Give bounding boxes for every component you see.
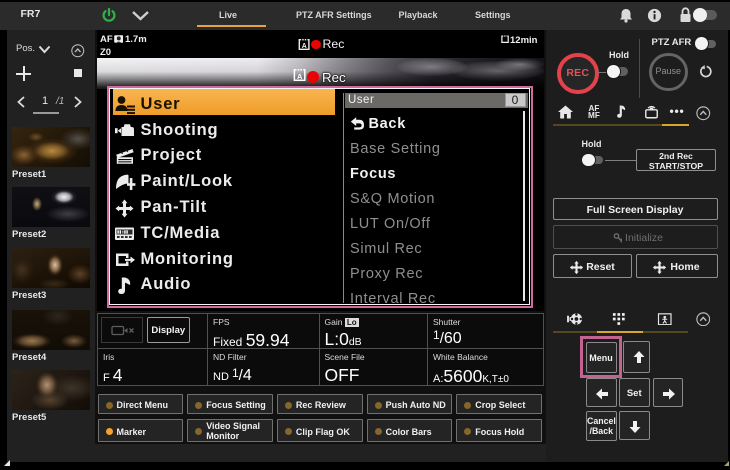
svg-text:A: A	[297, 72, 303, 81]
svg-text:A: A	[302, 43, 307, 50]
